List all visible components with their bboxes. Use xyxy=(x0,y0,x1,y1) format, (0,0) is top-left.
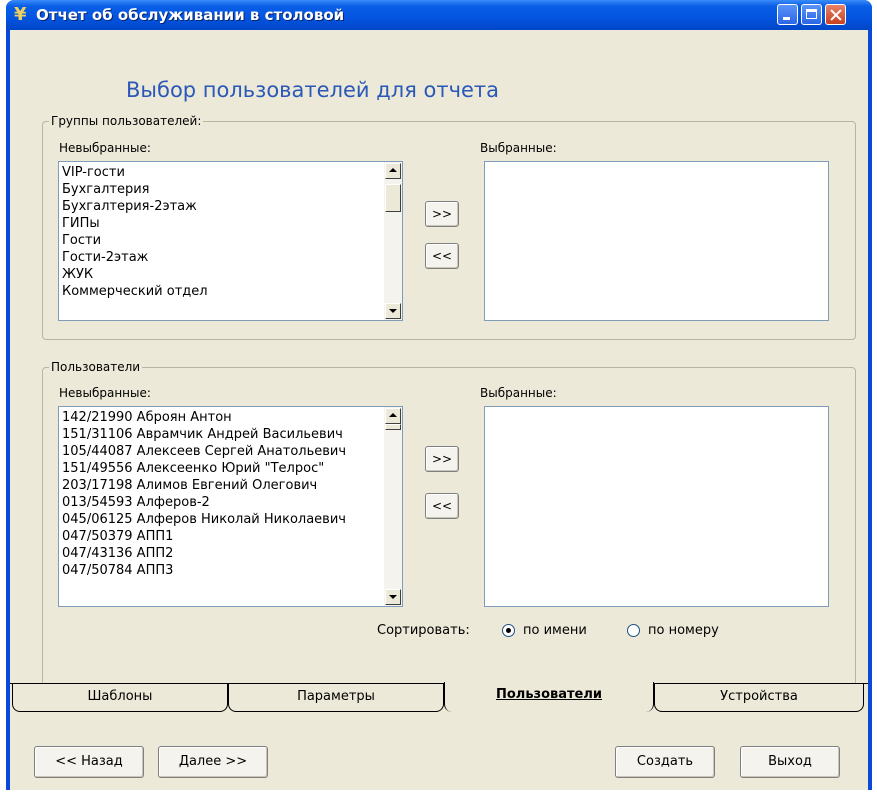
close-button[interactable] xyxy=(825,4,846,25)
list-item[interactable]: VIP-гости xyxy=(62,164,382,181)
maximize-button[interactable] xyxy=(801,4,822,25)
scroll-down-button[interactable] xyxy=(385,589,401,605)
groups-add-button[interactable]: >> xyxy=(425,201,459,227)
next-button[interactable]: Далее >> xyxy=(158,746,268,778)
minimize-button[interactable] xyxy=(777,4,798,25)
sort-label: Сортировать: xyxy=(377,623,470,638)
tab-strip: Шаблоны Параметры Пользователи Устройств… xyxy=(10,682,868,714)
tab-templates[interactable]: Шаблоны xyxy=(12,684,228,712)
list-item[interactable]: Бухгалтерия xyxy=(62,181,382,198)
fork-knife-icon: ¥ xyxy=(14,4,27,25)
sort-by-name-radio[interactable] xyxy=(502,624,515,637)
list-item[interactable]: 151/31106 Аврамчик Андрей Васильевич xyxy=(62,426,382,443)
users-list-scrollbar[interactable] xyxy=(384,407,402,606)
list-item[interactable]: 105/44087 Алексеев Сергей Анатольевич xyxy=(62,443,382,460)
users-unselected-list[interactable]: 142/21990 Аброян Антон 151/31106 Аврамчик… xyxy=(58,406,403,607)
back-button[interactable]: << Назад xyxy=(34,746,144,778)
list-item[interactable]: 047/43136 АПП2 xyxy=(62,545,382,562)
list-item[interactable]: 142/21990 Аброян Антон xyxy=(62,409,382,426)
page-title: Выбор пользователей для отчета xyxy=(126,78,500,102)
groups-legend: Группы пользователей: xyxy=(51,114,202,128)
scroll-down-button[interactable] xyxy=(385,303,401,319)
groups-remove-button[interactable]: << xyxy=(425,243,459,269)
exit-button[interactable]: Выход xyxy=(740,746,840,778)
groups-unselected-list[interactable]: VIP-гости Бухгалтерия Бухгалтерия-2этаж ГИП… xyxy=(58,161,403,321)
list-item[interactable]: 151/49556 Алексеенко Юрий "Телрос" xyxy=(62,460,382,477)
users-unselected-items: 142/21990 Аброян Антон 151/31106 Аврамчик… xyxy=(62,409,382,579)
window-title: Отчет об обслуживании в столовой xyxy=(36,6,345,24)
groups-selected-label: Выбранные: xyxy=(480,141,557,155)
groups-list-scrollbar[interactable] xyxy=(384,162,402,320)
scroll-thumb[interactable] xyxy=(385,184,401,212)
list-item[interactable]: 047/50379 АПП1 xyxy=(62,528,382,545)
groups-unselected-items: VIP-гости Бухгалтерия Бухгалтерия-2этаж ГИП… xyxy=(62,164,382,300)
list-item[interactable]: Гости-2этаж xyxy=(62,249,382,266)
sort-by-number-radio[interactable] xyxy=(627,624,640,637)
list-item[interactable]: 047/50784 АПП3 xyxy=(62,562,382,579)
list-item[interactable]: Бухгалтерия-2этаж xyxy=(62,198,382,215)
users-selected-label: Выбранные: xyxy=(480,386,557,400)
title-bar[interactable]: ¥ Отчет об обслуживании в столовой xyxy=(6,0,872,30)
create-button[interactable]: Создать xyxy=(615,746,715,778)
app-window: ¥ Отчет об обслуживании в столовой Выбор… xyxy=(6,0,872,790)
list-item[interactable]: 045/06125 Алферов Николай Николаевич xyxy=(62,511,382,528)
groups-selected-list[interactable] xyxy=(484,161,829,321)
sort-by-name-label[interactable]: по имени xyxy=(523,623,587,638)
list-item[interactable]: ЖУК xyxy=(62,266,382,283)
tab-devices[interactable]: Устройства xyxy=(654,684,864,712)
list-item[interactable]: 203/17198 Алимов Евгений Олегович xyxy=(62,477,382,494)
window-client-area: Выбор пользователей для отчета Группы по… xyxy=(10,30,868,790)
groups-unselected-label: Невыбранные: xyxy=(59,141,151,155)
users-legend: Пользователи xyxy=(51,360,141,374)
list-item[interactable]: Коммерческий отдел xyxy=(62,283,382,300)
list-item[interactable]: ГИПы xyxy=(62,215,382,232)
sort-by-number-label[interactable]: по номеру xyxy=(648,623,719,638)
scroll-thumb[interactable] xyxy=(385,424,401,430)
scroll-up-button[interactable] xyxy=(385,408,401,424)
users-add-button[interactable]: >> xyxy=(425,446,459,472)
tab-parameters[interactable]: Параметры xyxy=(228,684,444,712)
tab-users[interactable]: Пользователи xyxy=(444,682,654,712)
list-item[interactable]: 013/54593 Алферов-2 xyxy=(62,494,382,511)
users-remove-button[interactable]: << xyxy=(425,493,459,519)
users-unselected-label: Невыбранные: xyxy=(59,386,151,400)
scroll-up-button[interactable] xyxy=(385,163,401,179)
list-item[interactable]: Гости xyxy=(62,232,382,249)
users-selected-list[interactable] xyxy=(484,406,829,607)
